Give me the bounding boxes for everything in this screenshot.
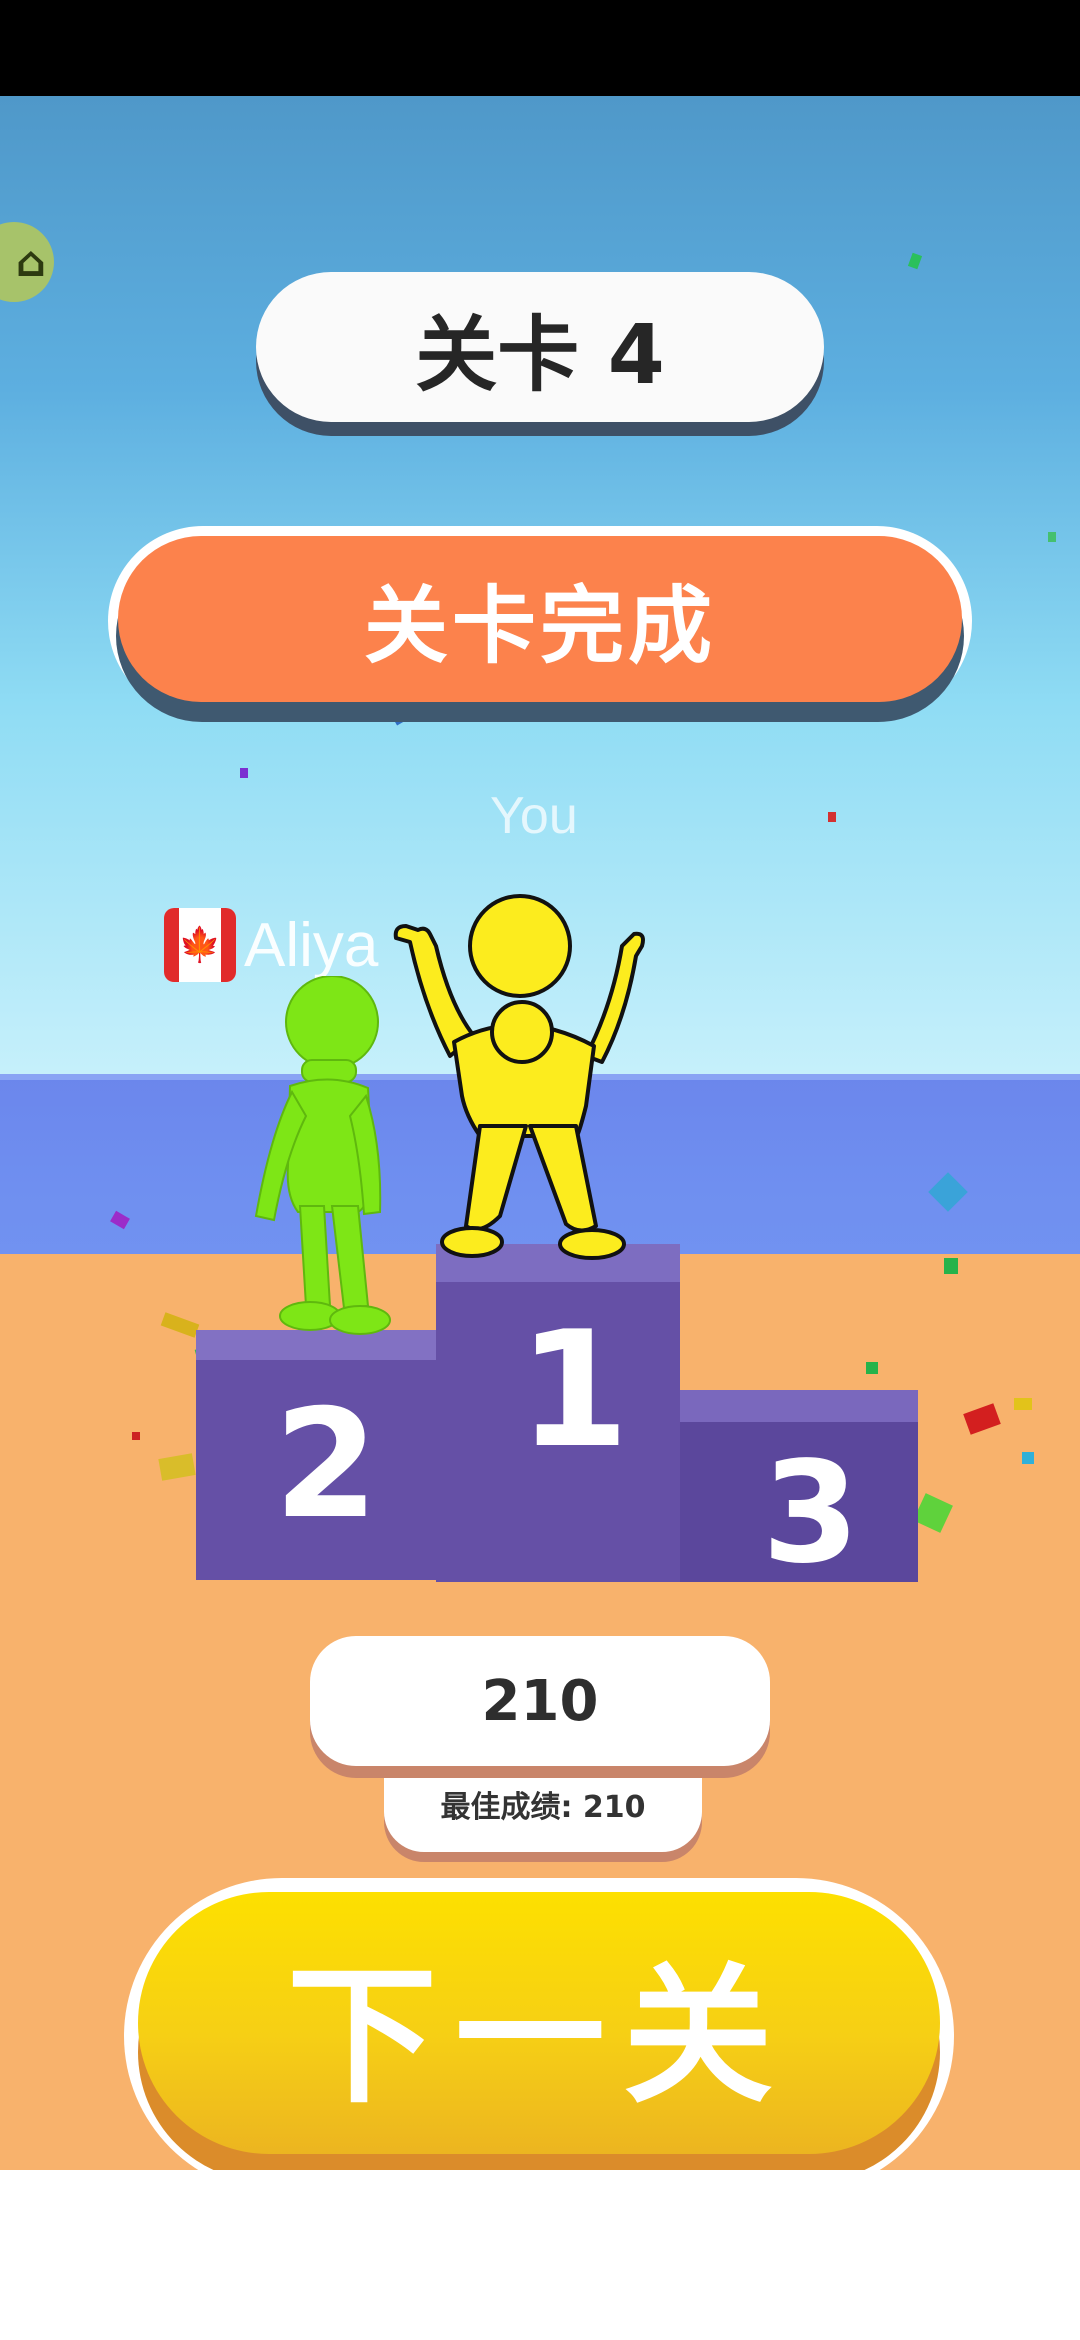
canada-flag-icon: 🍁 [164,908,236,982]
next-level-button[interactable]: 下一关 [124,1878,954,2170]
confetti-piece [132,1432,140,1440]
bottom-area [0,2170,1080,2340]
podium-number-3: 3 [762,1432,860,1595]
level-complete-text: 关卡完成 [118,536,962,702]
confetti-piece [1022,1452,1034,1464]
you-label: You [490,787,578,845]
game-scene: ⌂ 关卡 4 关卡完成 You 🍁 Aliya 2 3 1 最佳成绩: 210 … [0,96,1080,2170]
confetti-piece [944,1258,958,1274]
podium-second: 2 [196,1330,458,1580]
confetti-piece [1014,1398,1032,1410]
yellow-character [393,894,645,1260]
podium-number-2: 2 [274,1378,379,1552]
confetti-piece [240,768,248,778]
podium-first: 1 [436,1244,680,1582]
next-level-label: 下一关 [138,1892,940,2154]
level-title-pill: 关卡 4 [256,272,824,436]
podium-third: 3 [662,1390,918,1595]
best-score: 最佳成绩: 210 [384,1756,702,1852]
confetti-piece [1048,532,1056,542]
current-score: 210 [310,1636,770,1766]
level-complete-banner: 关卡完成 [108,526,972,722]
podium-number-1: 1 [518,1296,630,1483]
status-bar [0,0,1080,96]
screen: ⌂ 关卡 4 关卡完成 You 🍁 Aliya 2 3 1 最佳成绩: 210 … [0,0,1080,2340]
level-title: 关卡 4 [256,272,824,422]
confetti-piece [866,1362,878,1374]
confetti-piece [828,812,836,822]
opponent-label: 🍁 Aliya [164,908,378,982]
opponent-name: Aliya [244,910,379,980]
green-character [254,976,391,1335]
